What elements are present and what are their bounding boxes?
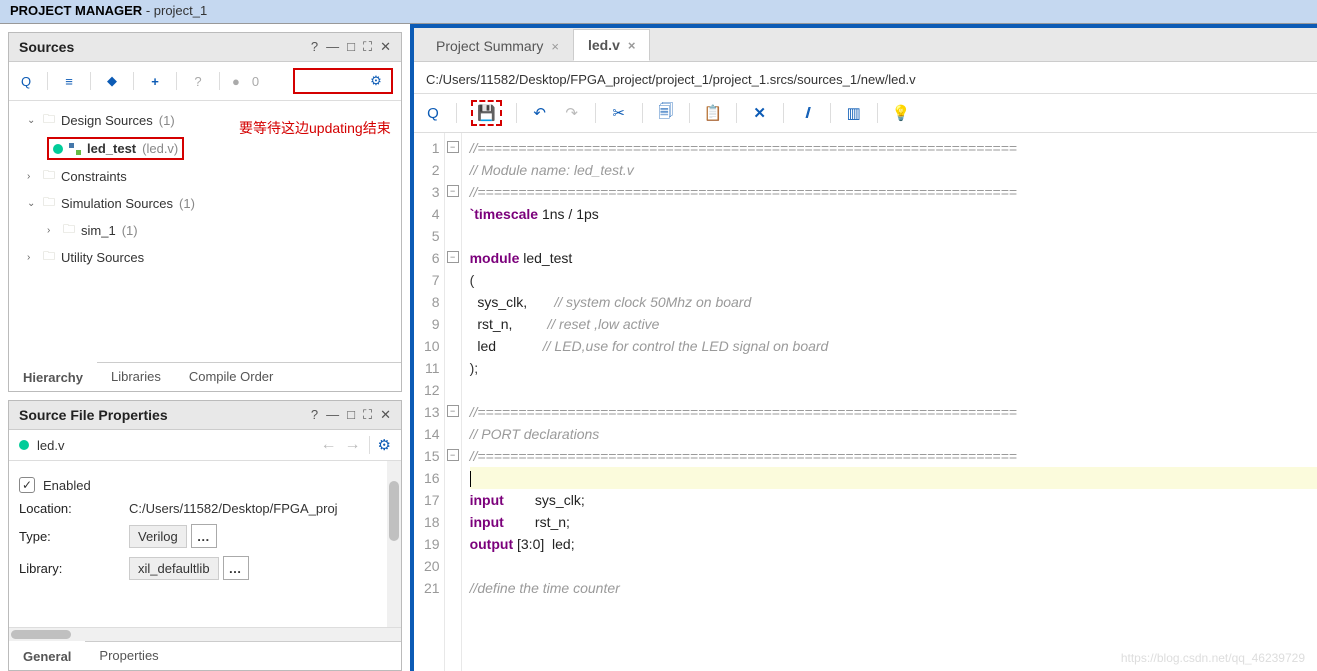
hierarchy-icon <box>69 143 81 155</box>
chevron-down-icon[interactable]: ⌄ <box>27 198 37 209</box>
led-test-highlight: led_test (led.v) <box>47 137 184 160</box>
expand-icon[interactable]: ◆ <box>103 73 121 89</box>
tab-libraries[interactable]: Libraries <box>97 363 175 391</box>
close-tab-icon[interactable]: × <box>628 38 636 53</box>
save-highlight: 💾 <box>471 100 502 126</box>
tab-led-v[interactable]: led.v × <box>573 29 651 61</box>
file-name: led.v <box>37 438 64 453</box>
comment-icon[interactable]: // <box>798 105 816 122</box>
tab-hierarchy[interactable]: Hierarchy <box>9 362 97 391</box>
tab-compile-order[interactable]: Compile Order <box>175 363 288 391</box>
minimize-icon[interactable]: — <box>326 39 339 55</box>
sources-tree: ⌄ 🗀 Design Sources (1) led_test (led.v) … <box>9 101 401 362</box>
type-browse-button[interactable]: … <box>191 524 217 548</box>
folder-icon: 🗀 <box>43 166 55 187</box>
undo-icon[interactable]: ↶ <box>531 104 549 122</box>
tree-sim-1[interactable]: › 🗀 sim_1 (1) <box>13 217 397 244</box>
window-titlebar: PROJECT MANAGER - project_1 <box>0 0 1317 24</box>
maximize-icon[interactable]: ⛶ <box>363 407 372 423</box>
fold-column[interactable]: − − − − − <box>444 133 462 671</box>
paste-icon[interactable]: 📋 <box>704 104 722 122</box>
line-gutter: 123456789101112131415161718192021 <box>414 133 444 671</box>
vertical-scrollbar[interactable] <box>387 461 401 627</box>
fold-toggle-icon[interactable]: − <box>447 141 459 153</box>
restore-icon[interactable]: □ <box>347 407 355 423</box>
location-label: Location: <box>19 501 129 516</box>
copy-icon[interactable]: 🗐 <box>657 101 675 126</box>
minimize-icon[interactable]: — <box>326 407 339 423</box>
question-icon[interactable]: ? <box>189 74 207 89</box>
fold-toggle-icon[interactable]: − <box>447 449 459 461</box>
file-path: C:/Users/11582/Desktop/FPGA_project/proj… <box>414 62 1317 93</box>
status-count: 0 <box>252 74 259 89</box>
fold-toggle-icon[interactable]: − <box>447 405 459 417</box>
props-title: Source File Properties <box>19 407 168 423</box>
close-tab-icon[interactable]: × <box>551 39 559 54</box>
save-icon[interactable]: 💾 <box>477 105 496 122</box>
fold-toggle-icon[interactable]: − <box>447 251 459 263</box>
help-icon[interactable]: ? <box>311 39 318 55</box>
add-icon[interactable]: + <box>146 74 164 89</box>
enabled-label: Enabled <box>43 478 91 493</box>
library-browse-button[interactable]: … <box>223 556 249 580</box>
delete-icon[interactable]: ✕ <box>751 104 769 122</box>
horizontal-scrollbar[interactable] <box>9 627 401 641</box>
tree-utility-sources[interactable]: › 🗀 Utility Sources <box>13 244 397 271</box>
folder-icon: 🗀 <box>43 110 55 131</box>
redo-icon[interactable]: ↷ <box>563 104 581 122</box>
search-icon[interactable]: Q <box>17 74 35 89</box>
close-icon[interactable]: ✕ <box>380 407 391 423</box>
sources-title: Sources <box>19 39 74 55</box>
code-editor[interactable]: 123456789101112131415161718192021 − − − −− … <box>414 133 1317 671</box>
restore-icon[interactable]: □ <box>347 39 355 55</box>
gear-icon[interactable]: ⚙ <box>378 436 391 454</box>
tab-general[interactable]: General <box>9 641 85 670</box>
module-dot-icon <box>53 144 63 154</box>
chevron-right-icon[interactable]: › <box>27 252 37 263</box>
type-combobox[interactable]: Verilog <box>129 525 187 548</box>
chevron-right-icon[interactable]: › <box>27 171 37 182</box>
close-icon[interactable]: ✕ <box>380 39 391 55</box>
settings-gear-highlight: ⚙ <box>293 68 393 94</box>
gear-icon[interactable]: ⚙ <box>367 73 385 89</box>
library-combobox[interactable]: xil_defaultlib <box>129 557 219 580</box>
bulb-icon[interactable]: 💡 <box>892 104 910 122</box>
module-dot-icon <box>19 440 29 450</box>
code-lines[interactable]: //======================================… <box>462 133 1317 671</box>
chevron-right-icon[interactable]: › <box>47 225 57 236</box>
collapse-icon[interactable]: ≡ <box>60 74 78 89</box>
chevron-down-icon[interactable]: ⌄ <box>27 115 37 126</box>
tree-led-test[interactable]: led_test (led.v) <box>13 134 397 163</box>
tree-constraints[interactable]: › 🗀 Constraints <box>13 163 397 190</box>
watermark: https://blog.csdn.net/qq_46239729 <box>1121 651 1305 665</box>
tab-properties[interactable]: Properties <box>85 642 172 670</box>
columns-icon[interactable]: ▥ <box>845 104 863 122</box>
properties-panel: Source File Properties ? — □ ⛶ ✕ led.v ←… <box>8 400 402 671</box>
enabled-checkbox[interactable]: ✓ <box>19 477 35 493</box>
annotation-text: 要等待这边updating结束 <box>239 118 391 138</box>
project-name: - project_1 <box>146 3 207 18</box>
status-dot-icon: ● <box>232 74 240 89</box>
folder-icon: 🗀 <box>63 220 75 241</box>
maximize-icon[interactable]: ⛶ <box>363 39 372 55</box>
search-icon[interactable]: Q <box>424 105 442 122</box>
location-value: C:/Users/11582/Desktop/FPGA_proj <box>129 501 391 516</box>
help-icon[interactable]: ? <box>311 407 318 423</box>
editor-tabs: Project Summary × led.v × <box>414 28 1317 62</box>
tab-project-summary[interactable]: Project Summary × <box>422 31 573 61</box>
type-label: Type: <box>19 529 129 544</box>
folder-icon: 🗀 <box>43 193 55 214</box>
library-label: Library: <box>19 561 129 576</box>
forward-icon[interactable]: → <box>345 436 361 454</box>
tree-simulation-sources[interactable]: ⌄ 🗀 Simulation Sources (1) <box>13 190 397 217</box>
fold-toggle-icon[interactable]: − <box>447 185 459 197</box>
cut-icon[interactable]: ✂ <box>610 104 628 122</box>
editor-toolbar: Q 💾 ↶ ↷ ✂ 🗐 📋 ✕ // ▥ 💡 <box>414 93 1317 133</box>
folder-icon: 🗀 <box>43 247 55 268</box>
sources-panel: Sources ? — □ ⛶ ✕ Q ≡ ◆ + ? <box>8 32 402 392</box>
back-icon[interactable]: ← <box>321 436 337 454</box>
app-name: PROJECT MANAGER <box>10 3 142 18</box>
